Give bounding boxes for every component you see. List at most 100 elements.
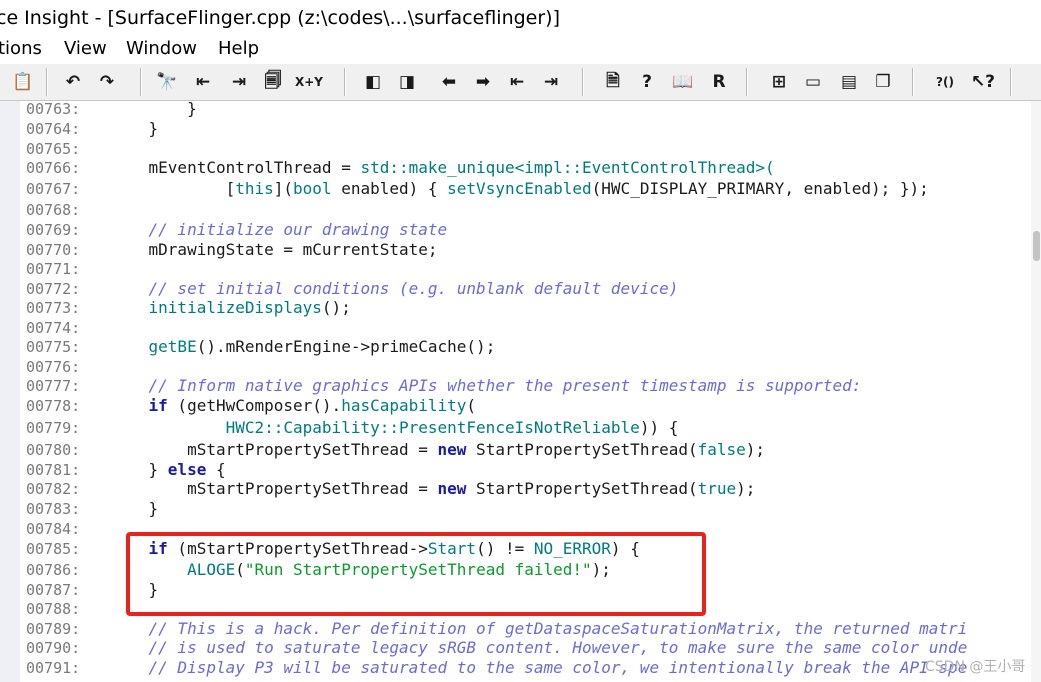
indent-icon[interactable]: ⇥ (538, 70, 564, 94)
code-line[interactable]: 00782: mStartPropertySetThread = new Sta… (0, 479, 1041, 499)
help-context-icon[interactable]: ?() (932, 70, 958, 94)
code-line[interactable]: 00779: HWC2::Capability::PresentFenceIsN… (0, 418, 1041, 438)
line-number: 00764: (26, 120, 81, 138)
code-line[interactable]: 00781: } else { (0, 460, 1041, 480)
find-prev-icon[interactable]: ⇤ (190, 70, 216, 94)
line-number: 00773: (26, 299, 81, 317)
code-line[interactable]: 00771: (0, 259, 1041, 279)
code-text: } (110, 119, 159, 139)
code-token: mStartPropertySetThread = (110, 479, 438, 498)
panel2-icon[interactable]: ▤ (836, 70, 862, 94)
line-number: 00781: (26, 461, 81, 479)
line-number: 00777: (26, 377, 81, 395)
scrollbar-thumb[interactable] (1033, 231, 1040, 261)
forward-icon[interactable]: ➡ (470, 70, 496, 94)
back-icon[interactable]: ⬅ (436, 70, 462, 94)
line-number: 00779: (26, 419, 81, 437)
line-number: 00766: (26, 159, 81, 177)
find-files-icon[interactable]: 🗐 (260, 70, 286, 94)
line-number: 00780: (26, 441, 81, 459)
toolbar-separator (1010, 68, 1012, 96)
help-pointer-icon[interactable]: ↖? (970, 70, 996, 94)
line-number: 00786: (26, 561, 81, 579)
line-number: 00772: (26, 280, 81, 298)
code-token: bool (293, 179, 332, 198)
code-token: setVsyncEnabled (447, 179, 592, 198)
bookmark-prev-icon[interactable]: ◧ (360, 70, 386, 94)
window-title: ce Insight - [SurfaceFlinger.cpp (z:\cod… (0, 7, 560, 29)
line-number: 00783: (26, 500, 81, 518)
toolbar-separator (344, 68, 346, 96)
code-line[interactable]: 00769: // initialize our drawing state (0, 220, 1041, 240)
line-number: 00763: (26, 101, 81, 118)
code-token: new (437, 440, 467, 459)
code-token: new (437, 479, 467, 498)
menu-view[interactable]: View (64, 38, 107, 59)
code-token: } (110, 119, 159, 138)
outdent-icon[interactable]: ⇤ (504, 70, 530, 94)
panel-icon[interactable]: ▭ (800, 70, 826, 94)
undo-icon[interactable]: ↶ (60, 70, 86, 94)
symbol-window-icon[interactable]: 🗎 (600, 70, 626, 94)
menu-bar: tions View Window Help (0, 36, 1041, 64)
code-line[interactable]: 00776: (0, 357, 1041, 377)
code-line[interactable]: 00780: mStartPropertySetThread = new Sta… (0, 440, 1041, 460)
code-token: // initialize our drawing state (110, 220, 448, 239)
code-token: // set initial conditions (e.g. unblank … (110, 279, 679, 298)
vertical-scrollbar[interactable] (1031, 101, 1041, 682)
code-line[interactable]: 00768: (0, 200, 1041, 220)
book-icon[interactable]: 📖 (670, 70, 696, 94)
code-token: (HWC_DISPLAY_PRIMARY, enabled); }); (591, 179, 929, 198)
code-token: // This is a hack. Per definition of get… (110, 619, 968, 638)
code-token: ( (466, 396, 477, 415)
code-line[interactable]: 00783: } (0, 499, 1041, 519)
code-line[interactable]: 00767: [this](bool enabled) { setVsyncEn… (0, 179, 1041, 199)
code-token: ().mRenderEngine->primeCache(); (196, 337, 496, 356)
code-line[interactable]: 00789: // This is a hack. Per definition… (0, 619, 1041, 639)
tile-icon[interactable]: ⊞ (766, 70, 792, 94)
redo-icon[interactable]: ↷ (94, 70, 120, 94)
code-token: ); (745, 440, 766, 459)
bookmark-next-icon[interactable]: ◨ (394, 70, 420, 94)
code-token: this (235, 179, 274, 198)
code-token: mDrawingState = mCurrentState; (110, 240, 438, 259)
paste-icon[interactable]: 📋 (10, 70, 36, 94)
code-line[interactable]: 00774: (0, 318, 1041, 338)
toolbar: 📋 ↶ ↷ 🔭 ⇤ ⇥ 🗐 X+Y ◧ ◨ ⬅ ➡ ⇤ ⇥ 🗎? 📖 R ⊞ ▭ ▤ ❐ ?() ↖? (0, 64, 1041, 101)
symbol-info-icon[interactable]: ? (634, 70, 660, 94)
line-number: 00767: (26, 180, 81, 198)
find-next-icon[interactable]: ⇥ (226, 70, 252, 94)
highlight-annotation-box (126, 532, 706, 616)
code-token: mEventControlThread = (110, 158, 361, 177)
code-line[interactable]: 00764: } (0, 119, 1041, 139)
menu-options[interactable]: tions (0, 38, 42, 59)
replace-icon[interactable]: X+Y (295, 70, 323, 94)
windows-icon[interactable]: ❐ (870, 70, 896, 94)
code-line[interactable]: 00791: // Display P3 will be saturated t… (0, 658, 1041, 678)
code-line[interactable]: 00777: // Inform native graphics APIs wh… (0, 376, 1041, 396)
menu-help[interactable]: Help (218, 38, 259, 59)
code-text: if (getHwComposer().hasCapability( (110, 396, 477, 416)
code-line[interactable]: 00772: // set initial conditions (e.g. u… (0, 279, 1041, 299)
watermark: CSDN @王小哥 (925, 659, 1026, 675)
code-text: HWC2::Capability::PresentFenceIsNotRelia… (110, 418, 679, 438)
code-line[interactable]: 00763: } (0, 101, 1041, 119)
code-line[interactable]: 00775: getBE().mRenderEngine->primeCache… (0, 337, 1041, 357)
code-line[interactable]: 00778: if (getHwComposer().hasCapability… (0, 396, 1041, 416)
relation-icon[interactable]: R (706, 70, 732, 94)
code-token: [ (110, 179, 236, 198)
find-icon[interactable]: 🔭 (154, 70, 180, 94)
menu-window[interactable]: Window (126, 38, 197, 59)
code-text: // initialize our drawing state (110, 220, 448, 240)
code-text: // This is a hack. Per definition of get… (110, 619, 968, 639)
code-line[interactable]: 00773: initializeDisplays(); (0, 298, 1041, 318)
code-token: // Inform native graphics APIs whether t… (110, 376, 862, 395)
code-token: getBE (110, 337, 197, 356)
code-line[interactable]: 00765: (0, 139, 1041, 159)
code-line[interactable]: 00770: mDrawingState = mCurrentState; (0, 240, 1041, 260)
code-line[interactable]: 00790: // is used to saturate legacy sRG… (0, 638, 1041, 658)
code-token: enabled) { (331, 179, 448, 198)
code-line[interactable]: 00766: mEventControlThread = std::make_u… (0, 158, 1041, 178)
code-text: mStartPropertySetThread = new StartPrope… (110, 479, 755, 499)
line-number: 00771: (26, 260, 81, 278)
